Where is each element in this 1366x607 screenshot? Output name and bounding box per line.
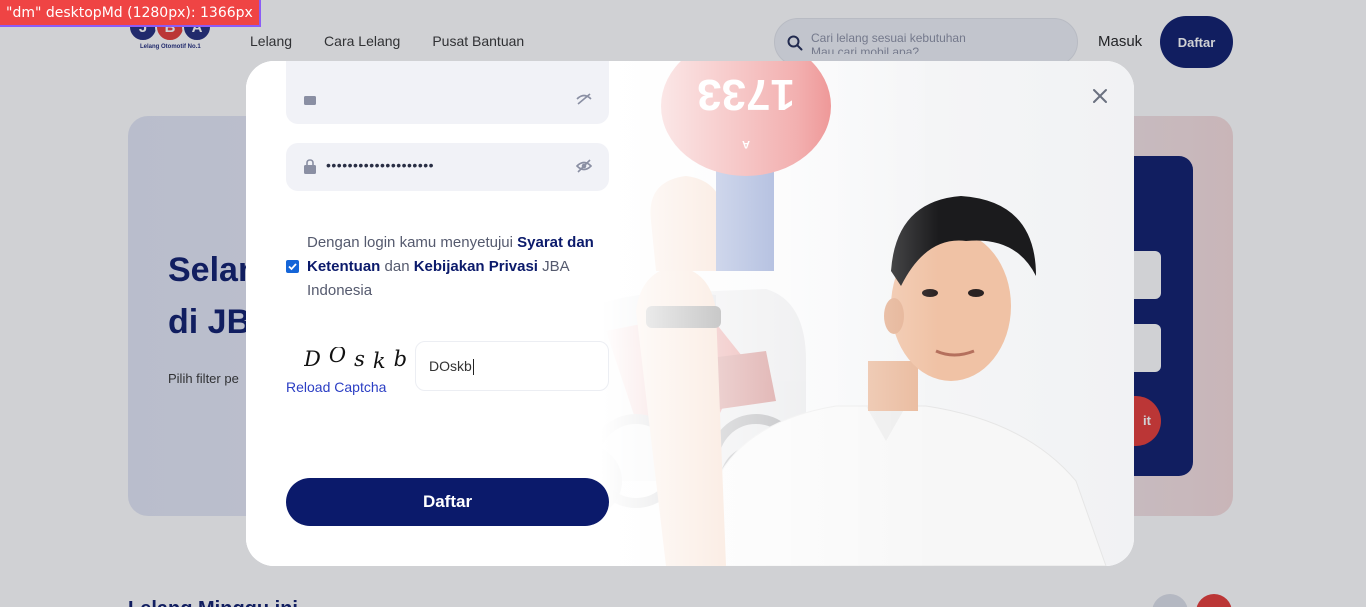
- submit-register-button[interactable]: Daftar: [286, 478, 609, 526]
- close-icon[interactable]: [1089, 85, 1111, 107]
- captcha-image: DOskbC: [304, 347, 417, 373]
- agreement-checkbox[interactable]: [286, 260, 299, 273]
- password-field[interactable]: [286, 61, 609, 124]
- reload-captcha-link[interactable]: Reload Captcha: [286, 379, 386, 395]
- confirm-password-field[interactable]: ••••••••••••••••••••: [286, 143, 609, 191]
- register-modal: 1733 A •••••••••••••••••••• Dengan login…: [246, 61, 1134, 566]
- password-mask: ••••••••••••••••••••: [326, 157, 435, 173]
- eye-off-icon[interactable]: [576, 92, 592, 106]
- text-caret: [472, 359, 474, 376]
- checkmark-icon: [288, 263, 297, 271]
- privacy-link[interactable]: Kebijakan Privasi: [414, 258, 538, 275]
- lock-icon: [304, 96, 316, 105]
- agreement-text: Dengan login kamu menyetujui Syarat dan …: [307, 234, 594, 299]
- viewport-debug-badge: "dm" desktopMd (1280px): 1366px: [0, 0, 261, 27]
- register-form: •••••••••••••••••••• Dengan login kamu m…: [286, 61, 609, 566]
- lock-icon: [304, 159, 316, 174]
- captcha-input[interactable]: DOskb: [415, 341, 609, 391]
- eye-off-icon[interactable]: [576, 159, 592, 173]
